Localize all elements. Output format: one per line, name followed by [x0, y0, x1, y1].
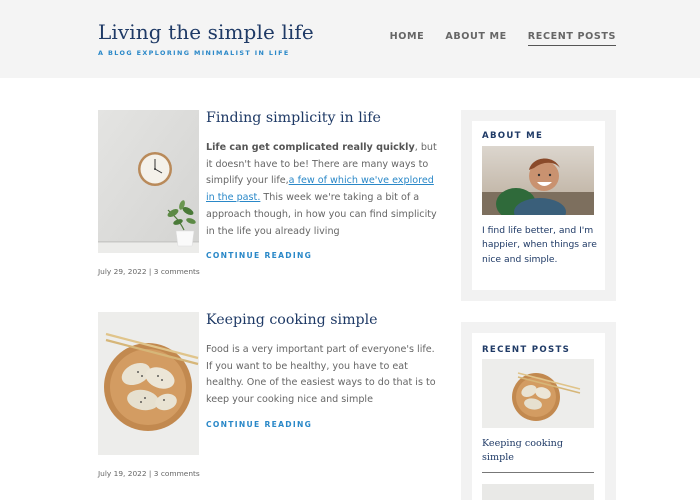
about-me-widget: ABOUT ME I find life better, and I'm hap… [461, 110, 616, 301]
about-me-text: I find life better, and I'm happier, whe… [482, 225, 597, 265]
post-title[interactable]: Finding simplicity in life [206, 110, 438, 126]
post-comments-link[interactable]: 3 comments [154, 469, 200, 478]
continue-reading-link[interactable]: CONTINUE READING [206, 420, 438, 429]
dumplings-with-chopsticks-image [482, 359, 594, 428]
nav-recent-posts[interactable]: RECENT POSTS [527, 31, 616, 46]
post-meta: July 19, 2022 | 3 comments [98, 469, 200, 478]
post-excerpt: Life can get complicated really quickly,… [206, 140, 438, 240]
post-thumbnail-dumplings[interactable] [98, 312, 199, 455]
nav-about-me[interactable]: ABOUT ME [445, 31, 506, 46]
site-tagline: A BLOG EXPLORING MINIMALIST IN LIFE [98, 49, 290, 57]
recent-posts-heading: RECENT POSTS [482, 345, 571, 355]
site-title[interactable]: Living the simple life [98, 20, 314, 44]
post-meta: July 29, 2022 | 3 comments [98, 267, 200, 276]
post-thumbnail-clock[interactable] [98, 110, 199, 253]
recent-post-title[interactable]: Keeping cooking simple [482, 437, 594, 465]
recent-post-divider [482, 472, 594, 473]
laughing-person-photo-image [482, 146, 594, 215]
post-body: Keeping cooking simple Food is a very im… [206, 312, 438, 429]
post-title[interactable]: Keeping cooking simple [206, 312, 438, 328]
recent-posts-widget: RECENT POSTS Keeping cooking simple [461, 322, 616, 500]
excerpt-bold: Life can get complicated really quickly [206, 142, 415, 153]
nav-home[interactable]: HOME [390, 31, 425, 46]
site-header: Living the simple life A BLOG EXPLORING … [0, 0, 700, 78]
post-excerpt: Food is a very important part of everyon… [206, 344, 436, 406]
recent-post-thumbnail[interactable] [482, 484, 594, 500]
recent-post-thumbnail[interactable] [482, 359, 594, 428]
about-me-photo [482, 146, 594, 215]
main-nav: HOME ABOUT ME RECENT POSTS [390, 31, 616, 46]
recent-posts-card: RECENT POSTS Keeping cooking simple [472, 333, 605, 500]
about-me-card: ABOUT ME I find life better, and I'm hap… [472, 121, 605, 290]
post-card: July 29, 2022 | 3 comments Finding simpl… [98, 110, 438, 280]
wall-clock-and-plant-image [98, 110, 199, 253]
post-comments-link[interactable]: 3 comments [154, 267, 200, 276]
post-date: July 29, 2022 [98, 267, 147, 276]
continue-reading-link[interactable]: CONTINUE READING [206, 251, 438, 260]
about-me-heading: ABOUT ME [482, 131, 544, 141]
dumplings-with-chopsticks-image [98, 312, 199, 455]
post-body: Finding simplicity in life Life can get … [206, 110, 438, 260]
post-card: July 19, 2022 | 3 comments Keeping cooki… [98, 312, 438, 482]
post-date: July 19, 2022 [98, 469, 147, 478]
